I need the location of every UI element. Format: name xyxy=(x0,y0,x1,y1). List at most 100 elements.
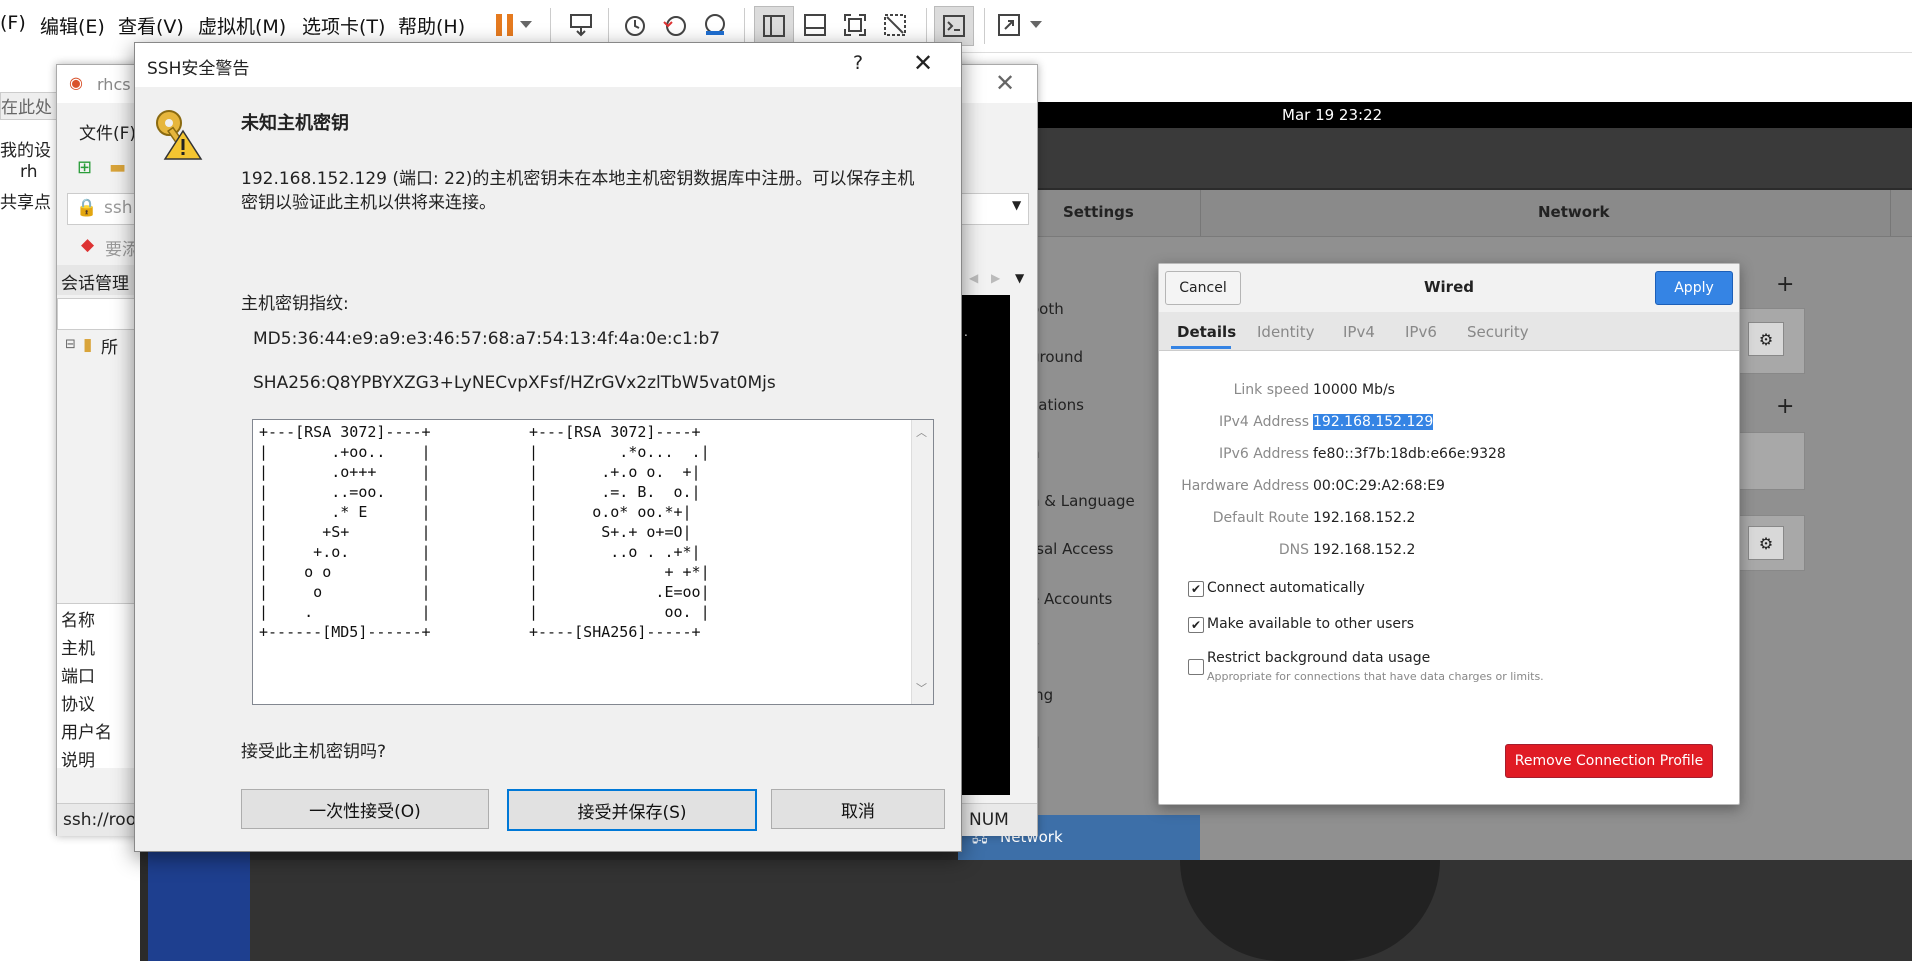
xshell-logo-icon: ◉ xyxy=(69,73,83,92)
tab-ipv6[interactable]: IPv6 xyxy=(1405,323,1437,341)
nav-notifications[interactable]: cations xyxy=(1030,396,1084,414)
wired-header: Cancel Wired Apply xyxy=(1159,264,1739,313)
tree-my-computer[interactable]: 我的设 xyxy=(0,136,51,161)
fullscreen-icon[interactable] xyxy=(836,6,874,44)
restrict-label[interactable]: Restrict background data usage xyxy=(1207,650,1430,666)
close-icon[interactable]: ✕ xyxy=(995,69,1015,97)
link-speed-label: Link speed xyxy=(1233,382,1309,398)
vm-taskbar-blue xyxy=(148,840,250,961)
menu-view[interactable]: 查看(V) xyxy=(118,12,184,39)
make-available-checkbox[interactable]: ✔ xyxy=(1188,617,1204,633)
bookmark-icon: ◆ xyxy=(81,235,95,255)
ssh-dialog-title: SSH安全警告 xyxy=(147,59,250,79)
settings-titlebar-dim xyxy=(960,128,1912,188)
randomart-sha256: +---[RSA 3072]----+ | .*o... .| | .+.o o… xyxy=(529,423,710,641)
dns-value: 192.168.152.2 xyxy=(1313,542,1416,558)
nav-universal-access[interactable]: rsal Access xyxy=(1030,540,1113,558)
cancel-button[interactable]: 取消 xyxy=(771,789,945,829)
menu-help[interactable]: 帮助(H) xyxy=(398,12,465,39)
chevron-down-icon[interactable] xyxy=(516,6,536,44)
gear-icon[interactable]: ⚙ xyxy=(1748,322,1784,356)
scroll-up-icon[interactable]: ︿ xyxy=(916,424,927,440)
terminal-view[interactable]: . xyxy=(960,295,1010,795)
gnome-top-bar: Mar 19 23:22 xyxy=(1030,102,1912,128)
ipv4-value[interactable]: 192.168.152.129 xyxy=(1313,414,1434,430)
stretch-guest-icon[interactable] xyxy=(990,6,1028,44)
chevron-down-icon[interactable] xyxy=(1026,6,1046,44)
session-properties: 名称 主机 端口 协议 用户名 说明 xyxy=(57,603,137,771)
default-route-value: 192.168.152.2 xyxy=(1313,510,1416,526)
settings-title: Settings xyxy=(1063,203,1134,221)
tab-ipv4[interactable]: IPv4 xyxy=(1343,323,1375,341)
help-button[interactable]: ? xyxy=(853,52,863,74)
menu-edit[interactable]: 编辑(E) xyxy=(40,12,105,39)
chevron-down-icon[interactable]: ▼ xyxy=(1012,198,1021,212)
tree-expand-icon[interactable]: ⊟ xyxy=(65,337,76,352)
wired-dialog: Cancel Wired Apply Details Identity IPv4… xyxy=(1158,263,1740,805)
ssh-security-dialog: SSH安全警告 ? ✕ 未知主机密钥 192.168.152.129 (端口: … xyxy=(134,42,962,852)
ipv4-label: IPv4 Address xyxy=(1219,414,1309,430)
wired-title: Wired xyxy=(1424,278,1474,296)
apply-button[interactable]: Apply xyxy=(1655,271,1733,305)
tree-all-sessions[interactable]: 所 xyxy=(101,333,118,358)
close-icon[interactable]: ✕ xyxy=(913,49,933,77)
gear-icon[interactable]: ⚙ xyxy=(1748,526,1784,560)
add-vpn-icon[interactable]: + xyxy=(1776,394,1794,419)
network-panel-title: Network xyxy=(1538,203,1610,221)
tab-details[interactable]: Details xyxy=(1177,323,1236,341)
hw-address-label: Hardware Address xyxy=(1181,478,1309,494)
scrollbar[interactable]: ︿ ﹀ xyxy=(911,420,933,704)
unity-icon[interactable] xyxy=(876,6,914,44)
thumbnail-bar-icon[interactable] xyxy=(796,6,834,44)
connect-auto-checkbox[interactable]: ✔ xyxy=(1188,581,1204,597)
ssh-heading: 未知主机密钥 xyxy=(241,113,349,134)
menu-tabs[interactable]: 选项卡(T) xyxy=(302,12,385,39)
default-route-label: Default Route xyxy=(1212,510,1309,526)
console-view-icon[interactable] xyxy=(934,6,974,46)
num-lock-indicator: NUM xyxy=(969,810,1009,830)
accept-once-button[interactable]: 一次性接受(O) xyxy=(241,789,489,829)
search-input[interactable]: 在此处 xyxy=(0,92,60,120)
tree-vm-rh[interactable]: rh xyxy=(20,162,37,182)
snapshot-manager-icon[interactable] xyxy=(696,6,734,44)
clock: Mar 19 23:22 xyxy=(1282,106,1383,124)
snapshot-icon[interactable] xyxy=(616,6,654,44)
nav-region-language[interactable]: n & Language xyxy=(1030,492,1135,510)
scroll-down-icon[interactable]: ﹀ xyxy=(916,680,927,696)
randomart-md5: +---[RSA 3072]----+ | .+oo.. | | .o+++ |… xyxy=(259,423,431,641)
md5-fingerprint: MD5:36:44:e9:a9:e3:46:57:68:a7:54:13:4f:… xyxy=(253,329,721,349)
xshell-tab-title[interactable]: rhcs xyxy=(97,75,131,94)
session-filter-input[interactable] xyxy=(57,298,139,330)
nav-online-accounts[interactable]: e Accounts xyxy=(1030,590,1112,608)
hw-address-value: 00:0C:29:A2:68:E9 xyxy=(1313,478,1445,494)
remove-connection-button[interactable]: Remove Connection Profile xyxy=(1505,744,1713,778)
active-tab-indicator xyxy=(1171,346,1231,349)
tab-identity[interactable]: Identity xyxy=(1257,323,1315,341)
accept-question: 接受此主机密钥吗? xyxy=(241,742,387,762)
ssh-titlebar: SSH安全警告 ? ✕ xyxy=(135,43,961,87)
tab-prev-icon[interactable]: ◀ xyxy=(969,271,978,285)
add-connection-icon[interactable]: + xyxy=(1776,272,1794,297)
xshell-menu-file[interactable]: 文件(F) xyxy=(79,119,136,144)
sha256-fingerprint: SHA256:Q8YPBYXZG3+LyNECvpXFsf/HZrGVx2zlT… xyxy=(253,373,776,393)
sidebar-toggle-icon[interactable] xyxy=(754,6,794,46)
send-keys-icon[interactable] xyxy=(562,6,600,44)
tab-security[interactable]: Security xyxy=(1467,323,1529,341)
revert-snapshot-icon[interactable] xyxy=(656,6,694,44)
tab-next-icon[interactable]: ▶ xyxy=(991,271,1000,285)
open-folder-icon[interactable]: ▬ xyxy=(109,157,126,178)
chevron-down-icon[interactable]: ▼ xyxy=(1015,271,1024,285)
accept-save-button[interactable]: 接受并保存(S) xyxy=(507,789,757,831)
new-session-icon[interactable]: ⊞ xyxy=(77,157,92,178)
restrict-hint: Appropriate for connections that have da… xyxy=(1207,670,1544,683)
randomart-box: +---[RSA 3072]----+ | .+oo.. | | .o+++ |… xyxy=(252,419,934,705)
make-available-label[interactable]: Make available to other users xyxy=(1207,616,1414,632)
menu-file[interactable]: (F) xyxy=(0,12,26,34)
menu-vm[interactable]: 虚拟机(M) xyxy=(198,12,286,39)
connect-auto-label[interactable]: Connect automatically xyxy=(1207,580,1365,596)
lock-icon: 🔒 xyxy=(76,198,98,218)
tree-shared[interactable]: 共享点 xyxy=(0,188,51,213)
ipv6-value: fe80::3f7b:18db:e66e:9328 xyxy=(1313,446,1506,462)
restrict-checkbox[interactable] xyxy=(1188,659,1204,675)
vm-bottom-dark xyxy=(250,860,1912,961)
